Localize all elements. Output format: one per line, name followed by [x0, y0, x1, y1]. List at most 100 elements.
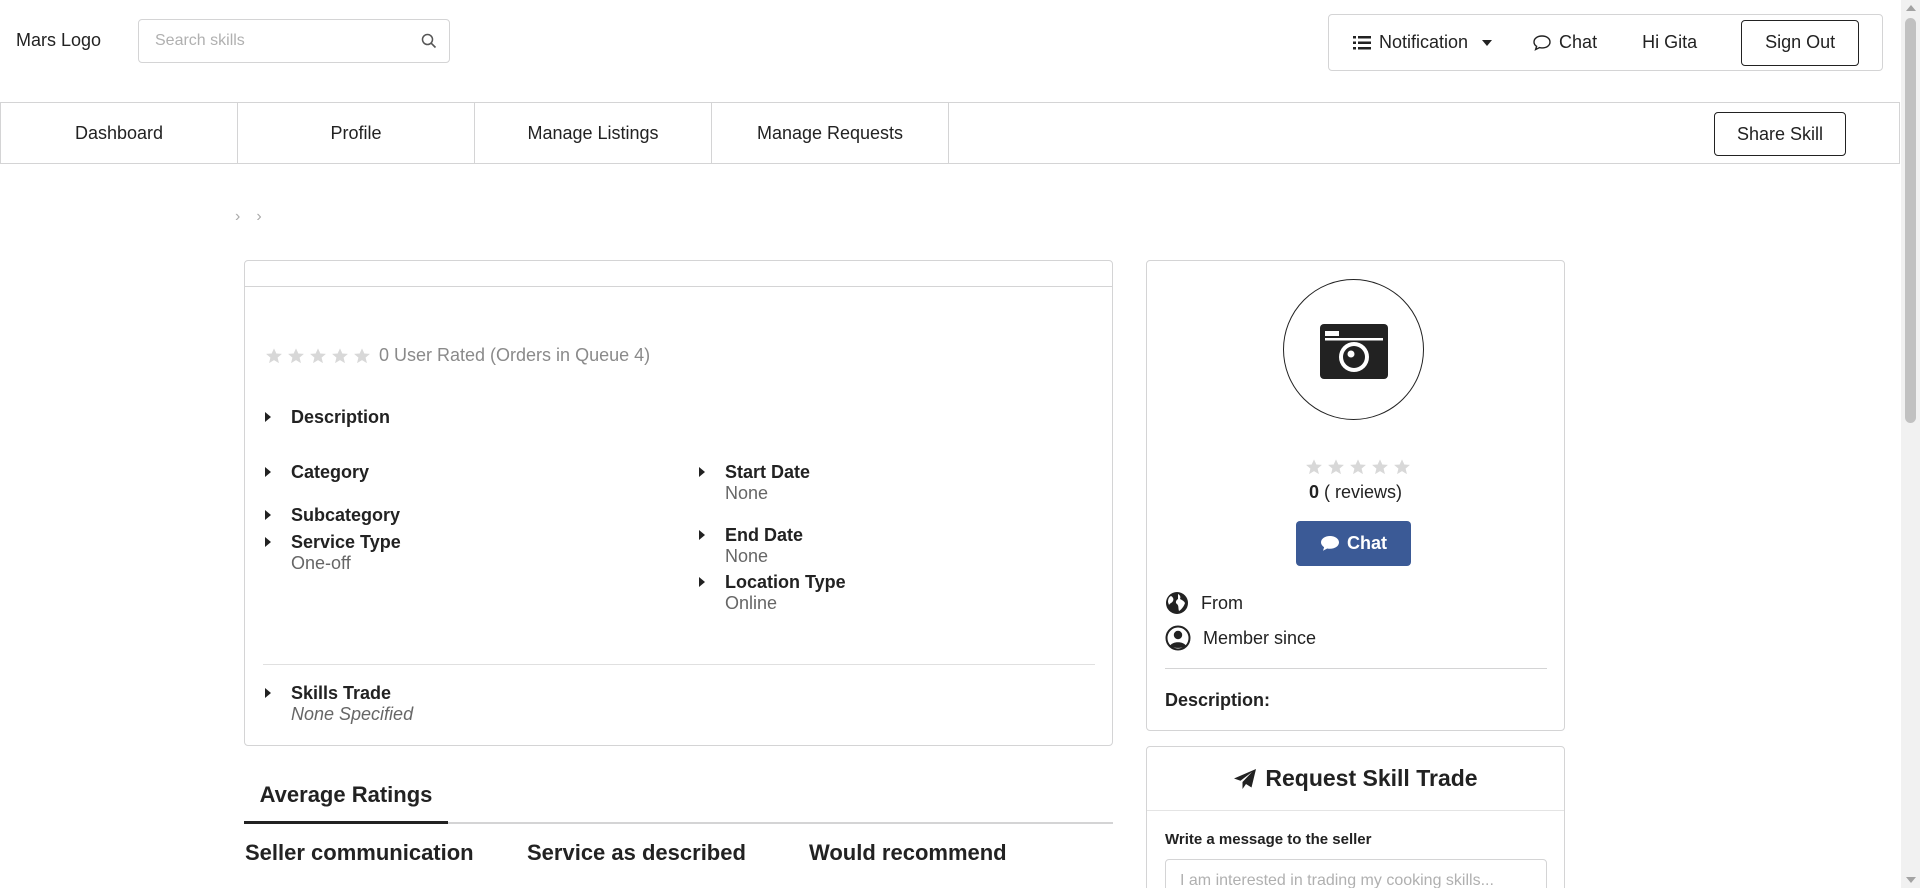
- user-circle-icon: [1165, 625, 1191, 651]
- tab-manage-listings[interactable]: Manage Listings: [475, 103, 712, 163]
- secondary-nav: Dashboard Profile Manage Listings Manage…: [0, 102, 1900, 164]
- rating-text: 0 User Rated (Orders in Queue 4): [379, 345, 651, 365]
- breadcrumb-separator: ›: [256, 208, 262, 225]
- breadcrumb-separator: ›: [235, 208, 241, 225]
- scroll-thumb[interactable]: [1905, 18, 1916, 423]
- seller-star-rating: [1305, 458, 1411, 476]
- section-divider: [263, 664, 1095, 665]
- location-type-value: Online: [725, 593, 778, 613]
- star-icon: [266, 347, 282, 363]
- tab-average-ratings[interactable]: Average Ratings: [244, 768, 448, 824]
- scroll-up-arrow-icon[interactable]: [1906, 5, 1916, 11]
- user-greeting[interactable]: Hi Gita: [1642, 32, 1697, 53]
- caret-right-icon: [265, 537, 271, 547]
- caret-right-icon: [699, 467, 705, 477]
- seller-from: From: [1165, 591, 1243, 615]
- search-input[interactable]: [139, 20, 399, 62]
- caret-right-icon: [699, 530, 705, 540]
- caret-right-icon: [265, 510, 271, 520]
- description-item[interactable]: Description: [265, 406, 390, 428]
- star-icon: [288, 347, 304, 363]
- star-icon: [1328, 459, 1344, 475]
- star-icon: [310, 347, 326, 363]
- seller-divider: [1165, 668, 1547, 669]
- seller-chat-button[interactable]: Chat: [1296, 521, 1411, 566]
- request-header: Request Skill Trade: [1147, 747, 1564, 811]
- seller-card: 0 ( reviews) Chat From Member since Desc…: [1146, 260, 1565, 731]
- ratings-tabs: Average Ratings: [244, 768, 1113, 824]
- service-type-label: Service Type: [291, 532, 401, 552]
- location-type-label: Location Type: [725, 572, 846, 592]
- subcategory-label: Subcategory: [291, 505, 401, 525]
- star-icon: [332, 347, 348, 363]
- comment-icon: [1321, 536, 1339, 551]
- notification-dropdown[interactable]: Notification: [1353, 32, 1493, 53]
- tab-dashboard[interactable]: Dashboard: [1, 103, 238, 163]
- category-item[interactable]: Category: [265, 461, 369, 483]
- star-icon: [1372, 459, 1388, 475]
- notification-label: Notification: [1379, 32, 1469, 52]
- globe-icon: [1166, 592, 1188, 614]
- avatar: [1283, 279, 1424, 420]
- request-skill-trade-card: Request Skill Trade Write a message to t…: [1146, 746, 1565, 888]
- caret-right-icon: [265, 467, 271, 477]
- share-skill-button[interactable]: Share Skill: [1714, 112, 1846, 156]
- star-icon: [1394, 459, 1410, 475]
- top-menu: Notification Chat Hi Gita Sign Out: [1328, 14, 1883, 71]
- from-label: From: [1201, 592, 1243, 613]
- service-type-value: One-off: [291, 553, 351, 573]
- start-date-value: None: [725, 483, 769, 503]
- skills-trade-value: None Specified: [291, 704, 414, 724]
- site-logo[interactable]: Mars Logo: [16, 30, 101, 51]
- tab-profile[interactable]: Profile: [238, 103, 475, 163]
- skills-trade-label: Skills Trade: [291, 683, 392, 703]
- review-count-suffix: ( reviews): [1324, 482, 1403, 502]
- caret-right-icon: [265, 688, 271, 698]
- chat-link[interactable]: Chat: [1532, 32, 1597, 53]
- category-label: Category: [291, 462, 370, 482]
- start-date-item[interactable]: Start Date None: [699, 461, 810, 503]
- rating-service-as-described: Service as described: [527, 840, 746, 865]
- card-header-divider: [245, 286, 1112, 287]
- chevron-down-icon: [1482, 39, 1493, 46]
- start-date-label: Start Date: [725, 462, 811, 482]
- list-icon: [1353, 35, 1371, 49]
- breadcrumb: › ›: [235, 208, 262, 226]
- star-icon: [354, 347, 370, 363]
- message-textarea[interactable]: [1165, 859, 1547, 888]
- scroll-down-arrow-icon[interactable]: [1906, 877, 1916, 883]
- search-box: [138, 19, 450, 63]
- tab-manage-requests[interactable]: Manage Requests: [712, 103, 949, 163]
- paper-plane-icon: [1234, 768, 1257, 789]
- service-type-item[interactable]: Service Type One-off: [265, 531, 401, 573]
- search-icon[interactable]: [421, 33, 437, 49]
- camera-icon: [1319, 323, 1388, 379]
- skills-trade-item[interactable]: Skills Trade None Specified: [265, 682, 413, 724]
- end-date-item[interactable]: End Date None: [699, 524, 803, 566]
- rating-seller-communication: Seller communication: [245, 840, 474, 865]
- end-date-value: None: [725, 546, 769, 566]
- message-label: Write a message to the seller: [1165, 831, 1372, 848]
- review-count: 0 ( reviews): [1147, 482, 1564, 503]
- chat-label: Chat: [1559, 32, 1598, 52]
- star-icon: [1306, 459, 1322, 475]
- seller-description-label: Description:: [1165, 690, 1271, 710]
- star-rating: [265, 347, 371, 365]
- caret-right-icon: [265, 412, 271, 422]
- request-title: Request Skill Trade: [1265, 765, 1478, 791]
- subcategory-item[interactable]: Subcategory: [265, 504, 400, 526]
- description-label: Description: [291, 407, 391, 427]
- rating-would-recommend: Would recommend: [809, 840, 1007, 865]
- listing-rating: 0 User Rated (Orders in Queue 4): [265, 345, 650, 366]
- seller-member-since: Member since: [1165, 625, 1316, 651]
- listing-details-card: 0 User Rated (Orders in Queue 4) Descrip…: [244, 260, 1113, 746]
- member-since-label: Member since: [1203, 627, 1317, 648]
- sign-out-button[interactable]: Sign Out: [1741, 19, 1860, 66]
- chat-bubble-icon: [1533, 34, 1551, 51]
- review-count-value: 0: [1308, 482, 1319, 502]
- chat-button-label: Chat: [1347, 533, 1387, 553]
- page-scrollbar[interactable]: [1901, 0, 1920, 888]
- end-date-label: End Date: [725, 525, 804, 545]
- location-type-item[interactable]: Location Type Online: [699, 571, 846, 613]
- caret-right-icon: [699, 577, 705, 587]
